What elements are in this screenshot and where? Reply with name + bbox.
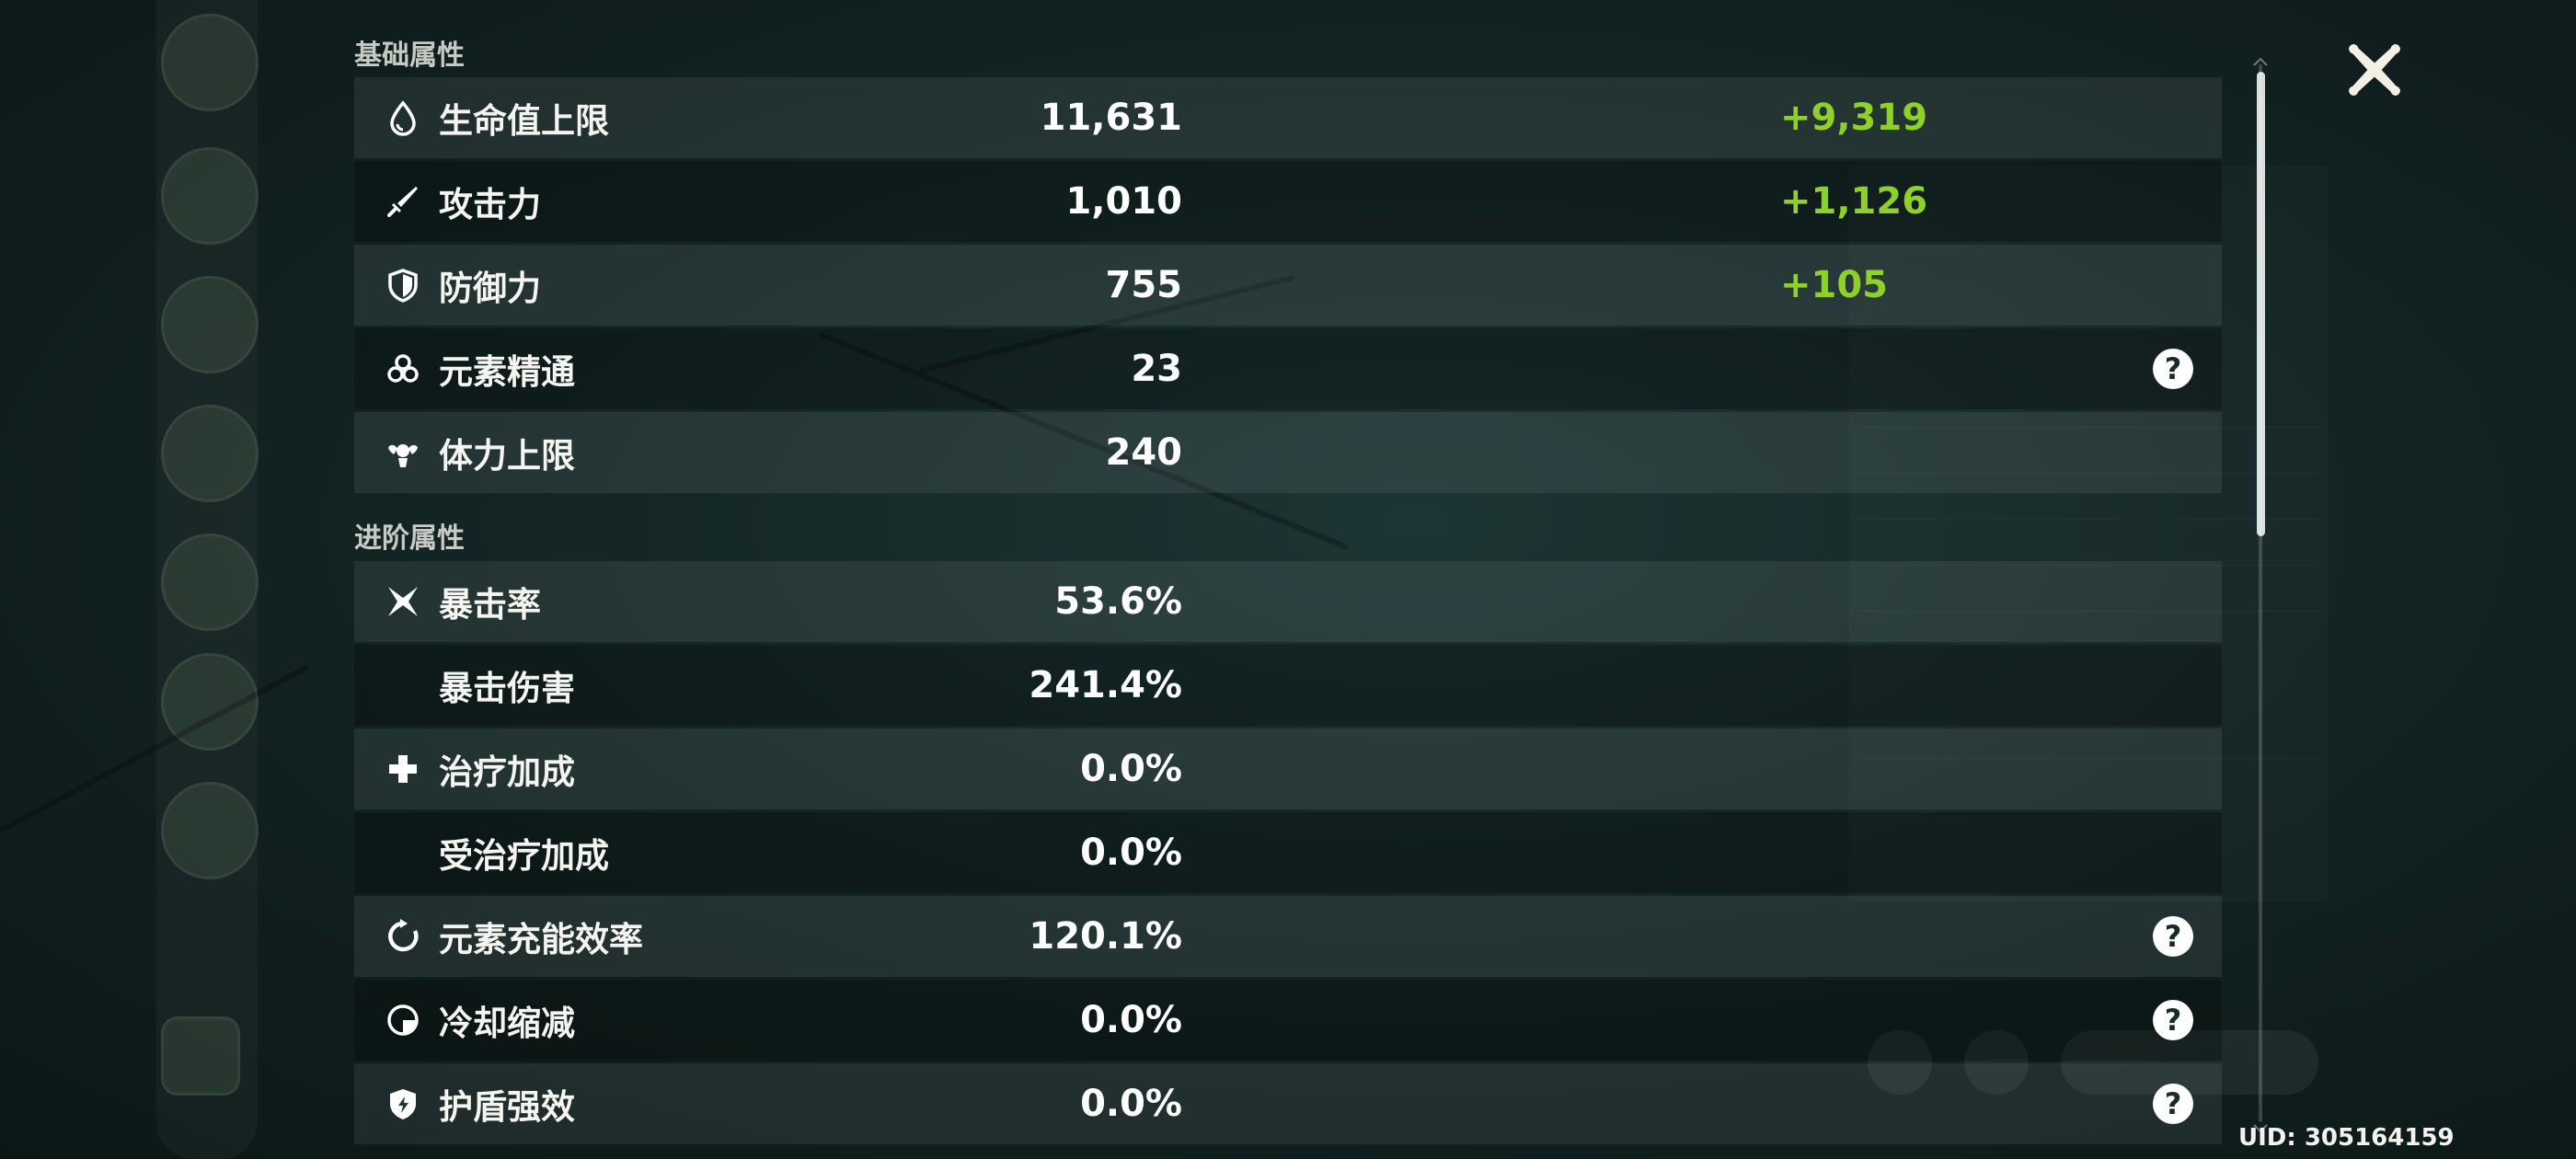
help-icon[interactable]: ? [2153,1000,2193,1040]
energy-recharge-icon [380,913,426,959]
scroll-up-arrow-icon [2253,57,2268,66]
help-icon[interactable]: ? [2153,1084,2193,1124]
background-avatar [161,405,259,502]
stat-value: 1,010 [1065,180,1182,223]
cooldown-icon [380,997,426,1043]
background-streak [0,663,310,833]
stat-row-hp: 生命值上限 11,631 +9,319 [354,77,2222,158]
stat-row-incoming-healing: 受治疗加成 0.0% [354,812,2222,893]
stat-value: 241.4% [1029,664,1182,706]
shield-strength-icon [380,1081,426,1127]
scrollbar-thumb[interactable] [2257,72,2265,536]
stat-label: 防御力 [439,269,541,308]
stat-label: 护盾强效 [439,1087,575,1127]
stat-label: 攻击力 [439,185,541,224]
stat-value: 755 [1105,264,1183,306]
stat-value: 120.1% [1029,915,1182,958]
stat-label: 体力上限 [439,436,575,476]
sword-icon [380,178,426,224]
stat-row-crit-rate: 暴击率 53.6% [354,561,2222,642]
stat-label: 暴击伤害 [439,669,575,708]
help-icon[interactable]: ? [2153,349,2193,389]
healing-cross-icon [380,746,426,792]
stats-panel: 基础属性 生命值上限 11,631 +9,319 攻击力 1,010 +1,12… [354,0,2222,1159]
stat-label: 元素精通 [439,352,575,392]
stat-label: 受治疗加成 [439,836,609,876]
background-menu-button [161,1016,240,1096]
background-avatar [161,14,259,111]
stat-value: 0.0% [1080,748,1182,790]
stat-row-healing-bonus: 治疗加成 0.0% [354,729,2222,809]
background-avatar [161,534,259,631]
background-avatar [161,782,259,879]
hp-drop-icon [380,95,426,141]
stat-row-em: 元素精通 23 ? [354,328,2222,409]
stat-row-stamina: 体力上限 240 [354,412,2222,493]
help-icon[interactable]: ? [2153,916,2193,957]
stat-bonus: +105 [1780,264,1889,306]
uid-label: UID: 305164159 [2238,1124,2455,1152]
stat-row-crit-dmg: 暴击伤害 241.4% [354,645,2222,726]
stat-value: 23 [1131,348,1182,390]
close-button[interactable] [2337,32,2412,108]
stat-row-atk: 攻击力 1,010 +1,126 [354,161,2222,242]
stat-label: 冷却缩减 [439,1004,575,1043]
section-title-basic: 基础属性 [354,40,465,72]
stat-bonus: +1,126 [1780,180,1928,223]
section-title-advanced: 进阶属性 [354,522,465,555]
stat-row-def: 防御力 755 +105 [354,245,2222,326]
crit-star-icon [380,579,426,625]
stamina-icon [380,430,426,476]
stat-bonus: +9,319 [1780,97,1928,139]
stat-value: 240 [1105,431,1183,474]
background-avatar [161,276,259,373]
stat-label: 暴击率 [439,585,541,625]
stat-value: 53.6% [1054,580,1182,623]
elemental-mastery-icon [380,346,426,392]
shield-icon [380,262,426,308]
stat-value: 0.0% [1080,832,1182,874]
background-avatar [161,653,259,751]
stat-row-shield-strength: 护盾强效 0.0% ? [354,1063,2222,1144]
stat-label: 生命值上限 [439,101,609,141]
stat-row-cd-reduction: 冷却缩减 0.0% ? [354,980,2222,1061]
stat-value: 0.0% [1080,999,1182,1041]
stat-label: 元素充能效率 [439,920,643,959]
background-avatar [161,147,259,245]
close-icon [2349,44,2400,96]
stat-value: 11,631 [1040,97,1182,139]
stat-label: 治疗加成 [439,752,575,792]
background-sidebar [156,0,258,1159]
stat-value: 0.0% [1080,1083,1182,1125]
stat-row-energy-recharge: 元素充能效率 120.1% ? [354,896,2222,977]
